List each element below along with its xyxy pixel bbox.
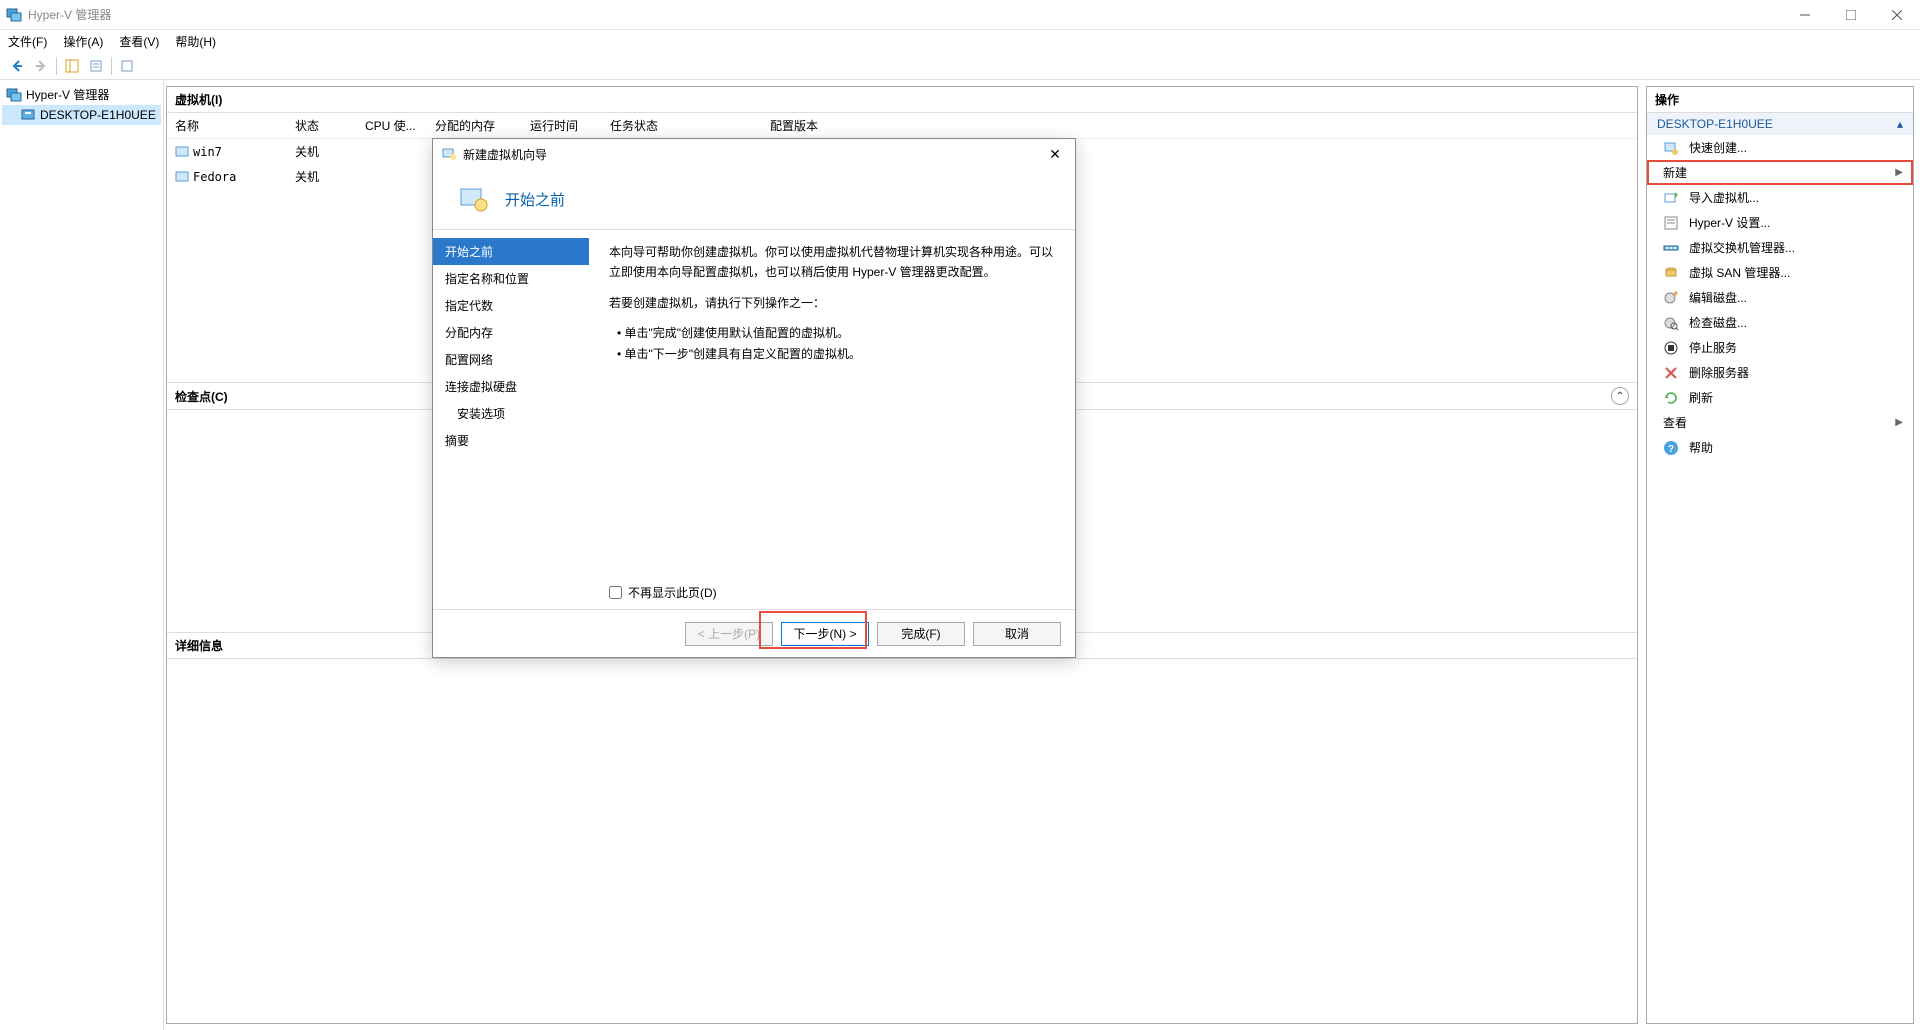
wizard-nav-generation[interactable]: 指定代数 xyxy=(433,292,589,319)
vm-icon xyxy=(175,145,189,159)
action-new[interactable]: 新建▶ xyxy=(1647,160,1913,185)
wizard-text-p2: 若要创建虚拟机，请执行下列操作之一： xyxy=(609,293,1055,313)
wizard-prev-button: < 上一步(P) xyxy=(685,622,773,646)
wizard-heading: 开始之前 xyxy=(505,189,565,210)
col-cpu[interactable]: CPU 使... xyxy=(357,113,427,138)
wizard-bullet-2: • 单击"下一步"创建具有自定义配置的虚拟机。 xyxy=(617,344,1055,364)
col-state[interactable]: 状态 xyxy=(287,113,357,138)
host-icon xyxy=(20,107,36,123)
wizard-text-p1: 本向导可帮助你创建虚拟机。你可以使用虚拟机代替物理计算机实现各种用途。可以立即使… xyxy=(609,242,1055,283)
tree-root[interactable]: Hyper-V 管理器 xyxy=(2,84,161,105)
server-icon xyxy=(6,87,22,103)
action-vsan[interactable]: 虚拟 SAN 管理器... xyxy=(1647,260,1913,285)
wizard-icon xyxy=(441,146,457,162)
wizard-nav-memory[interactable]: 分配内存 xyxy=(433,319,589,346)
action-remove-server[interactable]: 删除服务器 xyxy=(1647,360,1913,385)
show-hide-tree-button[interactable] xyxy=(61,55,83,77)
edit-disk-icon xyxy=(1663,290,1679,306)
forward-button[interactable] xyxy=(30,55,52,77)
refresh-icon xyxy=(1663,390,1679,406)
wizard-noshow-label: 不再显示此页(D) xyxy=(628,584,717,601)
vm-name: win7 xyxy=(193,145,222,159)
col-mem[interactable]: 分配的内存 xyxy=(427,113,522,138)
tree-node-label: DESKTOP-E1H0UEE xyxy=(40,108,156,122)
wizard-noshow-checkbox[interactable] xyxy=(609,586,622,599)
wizard-nav-summary[interactable]: 摘要 xyxy=(433,427,589,454)
action-help[interactable]: ?帮助 xyxy=(1647,435,1913,460)
chevron-up-icon[interactable]: ⌃ xyxy=(1611,387,1629,405)
properties-button[interactable] xyxy=(85,55,107,77)
menu-help[interactable]: 帮助(H) xyxy=(175,33,216,50)
actions-panel: 操作 DESKTOP-E1H0UEE ▴ 快速创建... 新建▶ 导入虚拟机..… xyxy=(1646,86,1914,1024)
menu-file[interactable]: 文件(F) xyxy=(8,33,47,50)
maximize-button[interactable] xyxy=(1828,0,1874,30)
action-refresh[interactable]: 刷新 xyxy=(1647,385,1913,410)
checkpoints-title: 检查点(C) xyxy=(175,388,228,405)
window-titlebar: Hyper-V 管理器 xyxy=(0,0,1920,30)
wizard-nav-network[interactable]: 配置网络 xyxy=(433,346,589,373)
wizard-content: 本向导可帮助你创建虚拟机。你可以使用虚拟机代替物理计算机实现各种用途。可以立即使… xyxy=(589,230,1075,609)
actions-group-header[interactable]: DESKTOP-E1H0UEE ▴ xyxy=(1647,113,1913,135)
action-view[interactable]: 查看▶ xyxy=(1647,410,1913,435)
wizard-finish-button[interactable]: 完成(F) xyxy=(877,622,965,646)
tree-panel: Hyper-V 管理器 DESKTOP-E1H0UEE xyxy=(0,80,164,1030)
action-import-vm[interactable]: 导入虚拟机... xyxy=(1647,185,1913,210)
col-name[interactable]: 名称 xyxy=(167,113,287,138)
action-stop-service[interactable]: 停止服务 xyxy=(1647,335,1913,360)
vm-icon xyxy=(175,170,189,184)
vswitch-icon xyxy=(1663,240,1679,256)
toolbar xyxy=(0,52,1920,80)
wizard-nav-before[interactable]: 开始之前 xyxy=(433,238,589,265)
svg-text:?: ? xyxy=(1668,444,1674,455)
back-button[interactable] xyxy=(6,55,28,77)
wizard-nav-install[interactable]: 安装选项 xyxy=(433,400,589,427)
col-ver[interactable]: 配置版本 xyxy=(762,113,882,138)
stop-icon xyxy=(1663,340,1679,356)
vm-name: Fedora xyxy=(193,170,236,184)
settings-icon xyxy=(1663,215,1679,231)
vsan-icon xyxy=(1663,265,1679,281)
action-vswitch[interactable]: 虚拟交换机管理器... xyxy=(1647,235,1913,260)
menu-bar: 文件(F) 操作(A) 查看(V) 帮助(H) xyxy=(0,30,1920,52)
action-edit-disk[interactable]: 编辑磁盘... xyxy=(1647,285,1913,310)
tree-node-desktop[interactable]: DESKTOP-E1H0UEE xyxy=(2,105,161,125)
remove-icon xyxy=(1663,365,1679,381)
help-icon: ? xyxy=(1663,440,1679,456)
quick-create-icon xyxy=(1663,140,1679,156)
chevron-right-icon: ▶ xyxy=(1895,167,1903,178)
inspect-disk-icon xyxy=(1663,315,1679,331)
close-button[interactable] xyxy=(1874,0,1920,30)
import-icon xyxy=(1663,190,1679,206)
vm-state: 关机 xyxy=(287,164,357,189)
action-quick-create[interactable]: 快速创建... xyxy=(1647,135,1913,160)
new-vm-wizard-dialog: 新建虚拟机向导 ✕ 开始之前 开始之前 指定名称和位置 指定代数 分配内存 配置… xyxy=(432,138,1076,658)
action-inspect-disk[interactable]: 检查磁盘... xyxy=(1647,310,1913,335)
wizard-next-button[interactable]: 下一步(N) > xyxy=(781,622,869,646)
wizard-close-button[interactable]: ✕ xyxy=(1043,146,1067,163)
wizard-nav: 开始之前 指定名称和位置 指定代数 分配内存 配置网络 连接虚拟硬盘 安装选项 … xyxy=(433,230,589,609)
actions-header: 操作 xyxy=(1647,87,1913,113)
wizard-cancel-button[interactable]: 取消 xyxy=(973,622,1061,646)
wizard-header-icon xyxy=(457,183,489,215)
wizard-title: 新建虚拟机向导 xyxy=(463,146,547,163)
vm-state: 关机 xyxy=(287,139,357,164)
col-task[interactable]: 任务状态 xyxy=(602,113,762,138)
vm-section-header: 虚拟机(I) xyxy=(167,87,1637,113)
actions-group-title: DESKTOP-E1H0UEE xyxy=(1657,117,1773,131)
menu-view[interactable]: 查看(V) xyxy=(119,33,159,50)
wizard-bullet-1: • 单击"完成"创建使用默认值配置的虚拟机。 xyxy=(617,323,1055,343)
wizard-nav-name[interactable]: 指定名称和位置 xyxy=(433,265,589,292)
action-hyperv-settings[interactable]: Hyper-V 设置... xyxy=(1647,210,1913,235)
menu-action[interactable]: 操作(A) xyxy=(63,33,103,50)
app-icon xyxy=(6,7,22,23)
col-uptime[interactable]: 运行时间 xyxy=(522,113,602,138)
help-button[interactable] xyxy=(116,55,138,77)
chevron-right-icon: ▶ xyxy=(1895,417,1903,428)
collapse-icon: ▴ xyxy=(1897,117,1903,131)
tree-root-label: Hyper-V 管理器 xyxy=(26,86,109,103)
wizard-nav-disk[interactable]: 连接虚拟硬盘 xyxy=(433,373,589,400)
minimize-button[interactable] xyxy=(1782,0,1828,30)
window-title: Hyper-V 管理器 xyxy=(28,6,111,23)
